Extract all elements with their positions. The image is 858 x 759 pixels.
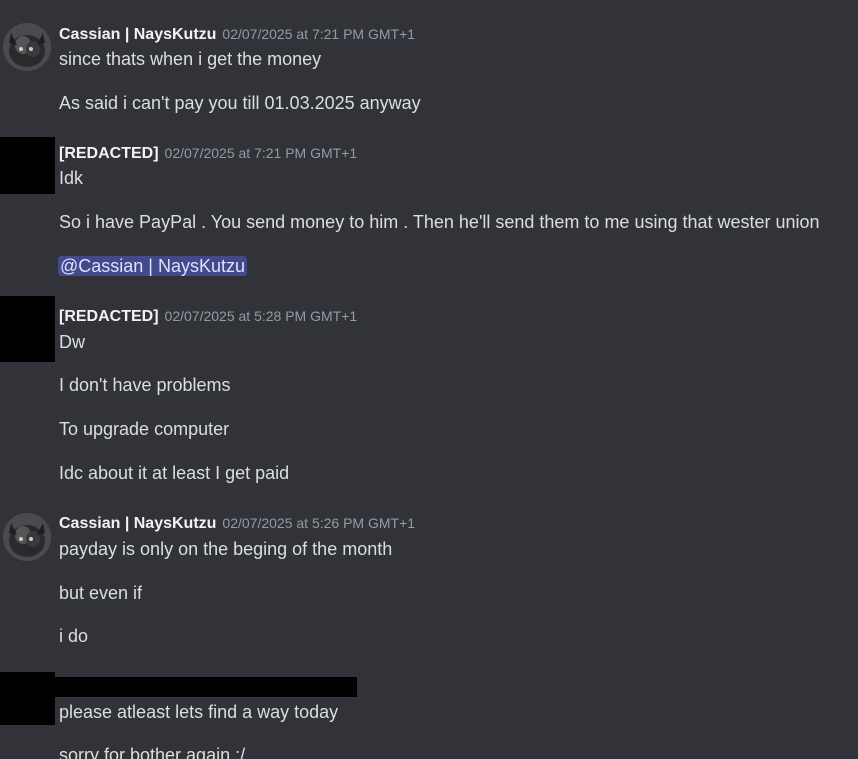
timestamp: 02/07/2025 at 5:26 PM GMT+1 [222,515,416,531]
message-text: As said i can't pay you till 01.03.2025 … [59,93,421,113]
redacted-avatar[interactable] [0,296,55,362]
message-text: i do [59,626,89,646]
message-header: Cassian | NaysKutzu 02/07/2025 at 5:26 PM… [59,513,415,534]
message-text: sorry for bother again :/ [59,745,246,759]
message-header: [REDACTED] 02/07/2025 at 5:28 PM GMT+1 [59,306,357,327]
message-text: Idc about it at least I get paid [59,463,290,483]
message-text: So i have PayPal . You send money to him… [59,212,820,232]
cat-avatar-icon[interactable] [3,23,51,71]
message-text: but even if [59,583,143,603]
message-text: I don't have problems [59,375,231,395]
message-text: please atleast lets find a way today [59,702,339,722]
message-header: Cassian | NaysKutzu 02/07/2025 at 7:21 PM… [59,24,415,45]
redacted-avatar[interactable] [0,137,55,194]
timestamp: 02/07/2025 at 5:28 PM GMT+1 [164,308,358,324]
username[interactable]: Cassian | NaysKutzu [59,515,216,532]
timestamp: 02/07/2025 at 7:21 PM GMT+1 [222,26,416,42]
redacted-avatar[interactable] [0,672,55,725]
chat-messages: Cassian | NaysKutzu 02/07/2025 at 7:21 PM… [0,0,858,759]
timestamp: 02/07/2025 at 7:21 PM GMT+1 [164,145,358,161]
message-mention-line: @Cassian | NaysKutzu [58,255,248,277]
message-text: To upgrade computer [59,419,230,439]
username[interactable]: [REDACTED] [59,308,159,325]
message-text: payday is only on the beging of the mont… [59,539,393,559]
message-text: Idk [59,168,84,188]
message-text: Dw [59,332,85,352]
username[interactable]: [REDACTED] [59,145,159,162]
username[interactable]: Cassian | NaysKutzu [59,26,216,43]
redacted-header-bar [55,677,357,697]
message-header: [REDACTED] 02/07/2025 at 7:21 PM GMT+1 [59,143,357,164]
message-text: since thats when i get the money [59,49,322,69]
cat-avatar-icon[interactable] [3,513,51,561]
user-mention[interactable]: @Cassian | NaysKutzu [58,256,248,276]
